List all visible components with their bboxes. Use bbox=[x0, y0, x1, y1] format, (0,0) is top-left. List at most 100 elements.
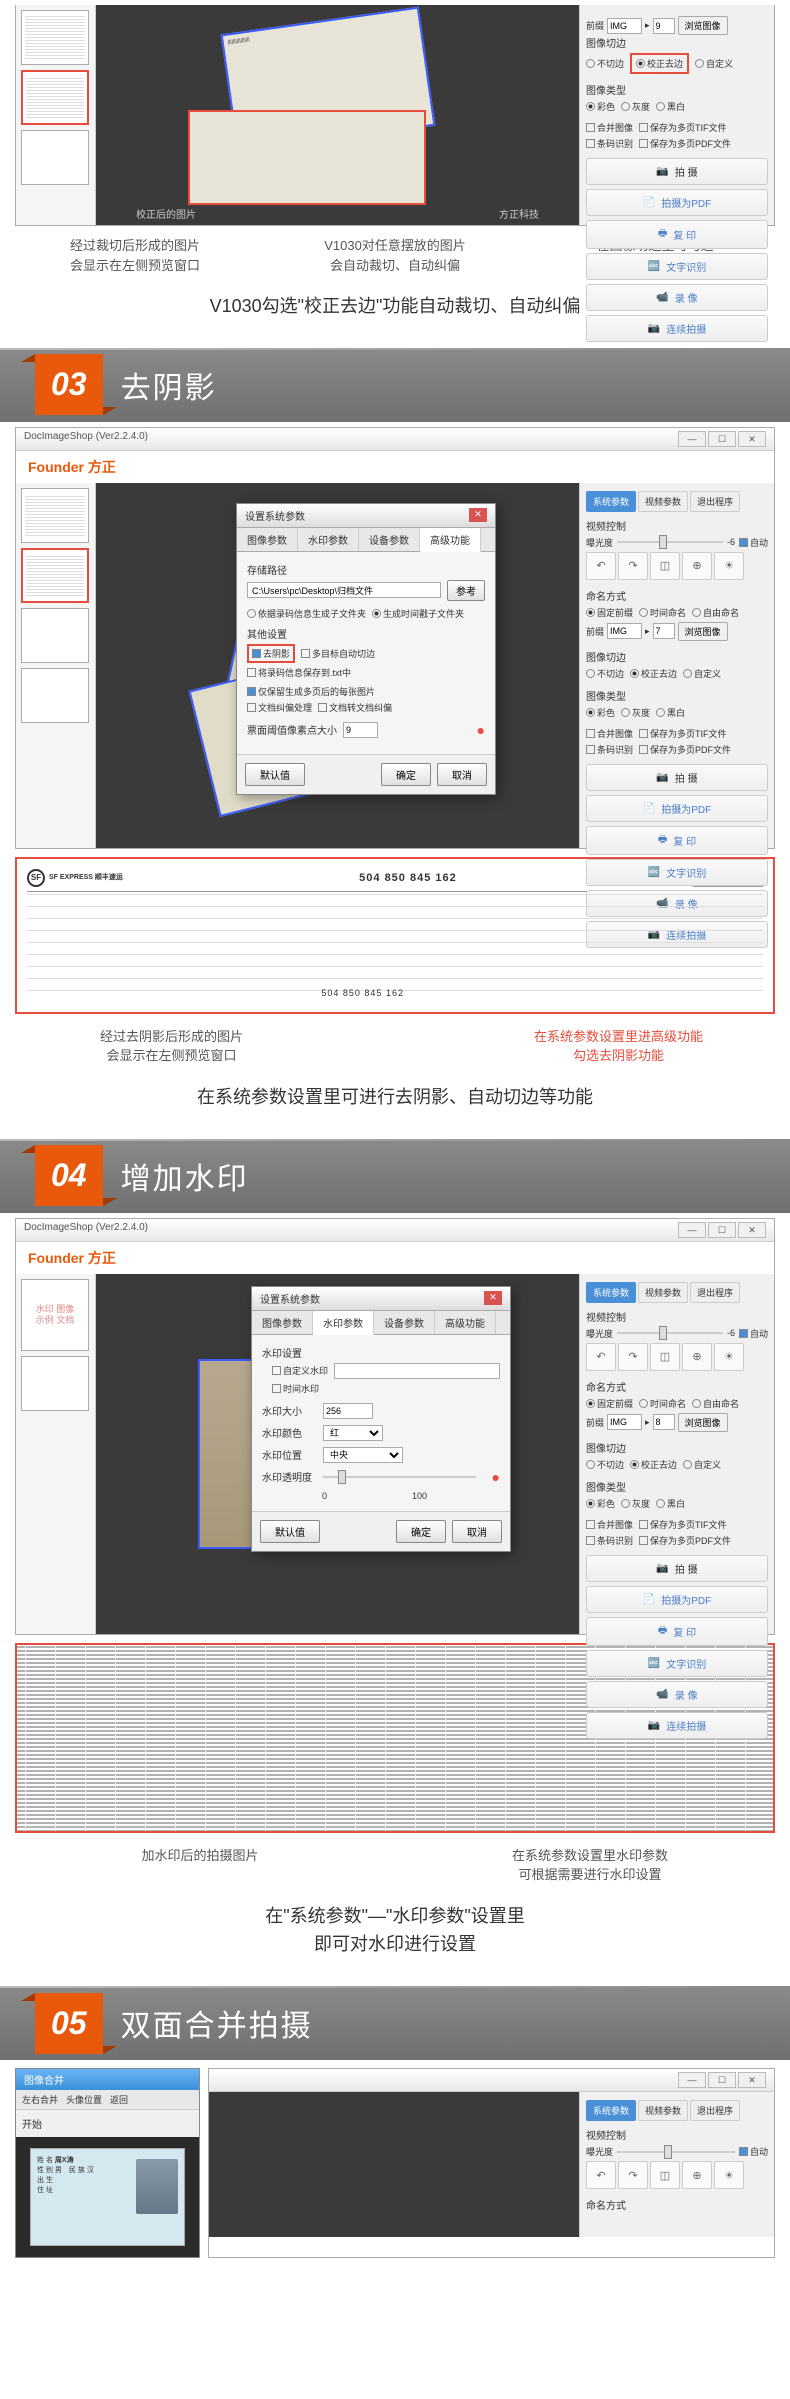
photo-button[interactable]: 📷拍 摄 bbox=[586, 764, 768, 791]
note-left: 加水印后的拍摄图片 bbox=[15, 1846, 385, 1885]
chk-barcode[interactable]: 条码识别 bbox=[586, 137, 633, 150]
chk-shadow[interactable]: 去阴影 bbox=[247, 644, 295, 663]
default-button[interactable]: 默认值 bbox=[260, 1520, 320, 1543]
step-header-4: 04 增加水印 bbox=[0, 1139, 790, 1213]
transparency-slider[interactable] bbox=[323, 1476, 476, 1478]
radio-sub2[interactable]: 生成时间戳子文件夹 bbox=[372, 607, 464, 620]
browse-button[interactable]: 参考 bbox=[447, 580, 485, 601]
ok-button[interactable]: 确定 bbox=[381, 763, 431, 786]
chk-merge[interactable]: 合并图像 bbox=[586, 121, 633, 134]
thumbnail[interactable] bbox=[21, 1356, 89, 1411]
radio-gray[interactable]: 灰度 bbox=[621, 100, 650, 113]
tab-system[interactable]: 系统参数 bbox=[586, 491, 636, 512]
rotate-right-icon[interactable]: ↷ bbox=[618, 552, 648, 580]
imgtype-label: 图像类型 bbox=[586, 82, 768, 97]
chk-pdf[interactable]: 保存为多页PDF文件 bbox=[639, 137, 731, 150]
chk-keep[interactable]: 仅保留生成多页后的每张图片 bbox=[247, 685, 375, 698]
chk-text[interactable]: 文档转文档纠偏 bbox=[318, 701, 392, 714]
camera-icon: 📷 bbox=[656, 772, 668, 783]
wm-pos-select[interactable]: 中央 bbox=[323, 1447, 403, 1463]
maximize-button[interactable]: ☐ bbox=[708, 431, 736, 447]
thumbnail[interactable] bbox=[21, 10, 89, 65]
wm-color-select[interactable]: 红 bbox=[323, 1425, 383, 1441]
radio-bw[interactable]: 黑白 bbox=[656, 100, 685, 113]
zoom-icon[interactable]: ⊕ bbox=[682, 552, 712, 580]
chk-tif[interactable]: 保存为多页TIF文件 bbox=[639, 121, 727, 134]
continuous-button[interactable]: 📷连续拍摄 bbox=[586, 315, 768, 342]
radio-time[interactable]: 时间命名 bbox=[639, 606, 686, 619]
canvas-caption: 校正后的图片 bbox=[136, 206, 196, 221]
record-button[interactable]: 📹录 像 bbox=[586, 284, 768, 311]
ocr-button[interactable]: 🔤文字识别 bbox=[586, 253, 768, 280]
brand-label: Founder 方正 bbox=[16, 451, 774, 483]
thumbnail[interactable] bbox=[21, 130, 89, 185]
tab-exit[interactable]: 退出程序 bbox=[690, 491, 740, 512]
chk-txt[interactable]: 将录码信息保存到.txt中 bbox=[247, 666, 351, 679]
radio-free[interactable]: 自由命名 bbox=[692, 606, 739, 619]
radio-fixed[interactable]: 固定前缀 bbox=[586, 606, 633, 619]
ocr-button[interactable]: 🔤文字识别 bbox=[586, 859, 768, 886]
close-button[interactable]: ✕ bbox=[738, 431, 766, 447]
step-title: 去阴影 bbox=[121, 363, 217, 407]
print-button[interactable]: 🖶复 印 bbox=[586, 826, 768, 855]
wm-size-input[interactable] bbox=[323, 1403, 373, 1419]
exposure-slider[interactable] bbox=[617, 541, 723, 543]
radio-color[interactable]: 彩色 bbox=[586, 100, 615, 113]
thumbnail[interactable] bbox=[21, 668, 89, 723]
pdf-button[interactable]: 📄拍摄为PDF bbox=[586, 189, 768, 216]
radio-correct-cut[interactable]: 校正去边 bbox=[630, 53, 689, 74]
radio-no-cut[interactable]: 不切边 bbox=[586, 53, 624, 74]
storage-path-input[interactable] bbox=[247, 582, 441, 598]
tab-image[interactable]: 图像参数 bbox=[237, 528, 298, 551]
tab-advanced[interactable]: 高级功能 bbox=[420, 528, 481, 552]
start-button[interactable]: 开始 bbox=[22, 2120, 42, 2131]
print-button[interactable]: 🖶复 印 bbox=[586, 220, 768, 249]
cancel-button[interactable]: 取消 bbox=[437, 763, 487, 786]
browse-button[interactable]: 浏览图像 bbox=[678, 16, 728, 35]
prefix-input[interactable] bbox=[607, 18, 642, 34]
app-title: DocImageShop (Ver2.2.4.0) bbox=[24, 431, 148, 447]
dialog-close-button[interactable]: ✕ bbox=[484, 1291, 502, 1305]
chk-auto[interactable]: 自动 bbox=[739, 536, 768, 549]
thumbnail[interactable] bbox=[21, 608, 89, 663]
tab-watermark[interactable]: 水印参数 bbox=[298, 528, 359, 551]
cutting-label: 图像切边 bbox=[586, 35, 768, 50]
thumbnail[interactable] bbox=[21, 488, 89, 543]
radio-sub1[interactable]: 依据录码信息生成子文件夹 bbox=[247, 607, 366, 620]
note-right: 在系统参数设置里进高级功能勾选去阴影功能 bbox=[462, 1027, 775, 1066]
chk-time-wm[interactable]: 时间水印 bbox=[272, 1382, 319, 1395]
thumbnail[interactable]: 水印 图像示例 文档 bbox=[21, 1279, 89, 1351]
brightness-icon[interactable]: ☀ bbox=[714, 552, 744, 580]
photo-button[interactable]: 📷拍 摄 bbox=[586, 158, 768, 185]
toolbar-lr[interactable]: 左右合并 bbox=[22, 2093, 58, 2106]
note-left: 经过裁切后形成的图片会显示在左侧预览窗口 bbox=[15, 236, 255, 275]
seq-input[interactable] bbox=[653, 18, 675, 34]
minimize-button[interactable]: — bbox=[678, 431, 706, 447]
tab-device[interactable]: 设备参数 bbox=[359, 528, 420, 551]
toolbar-back[interactable]: 返回 bbox=[110, 2093, 128, 2106]
note-right: 在系统参数设置里水印参数可根据需要进行水印设置 bbox=[405, 1846, 775, 1885]
pdf-button[interactable]: 📄拍摄为PDF bbox=[586, 795, 768, 822]
threshold-input[interactable] bbox=[343, 722, 378, 738]
default-button[interactable]: 默认值 bbox=[245, 763, 305, 786]
radio-custom-cut[interactable]: 自定义 bbox=[695, 53, 733, 74]
section-caption: 在"系统参数"—"水印参数"设置里即可对水印进行设置 bbox=[0, 1890, 790, 1972]
dialog-close-button[interactable]: ✕ bbox=[469, 508, 487, 522]
chk-mirror[interactable]: 文档纠偏处理 bbox=[247, 701, 312, 714]
tab-video[interactable]: 视频参数 bbox=[638, 491, 688, 512]
burst-icon: 📷 bbox=[648, 323, 660, 334]
thumbnail-selected[interactable] bbox=[21, 548, 89, 603]
rotate-left-icon[interactable]: ↶ bbox=[586, 552, 616, 580]
section-caption: 在系统参数设置里可进行去阴影、自动切边等功能 bbox=[0, 1071, 790, 1124]
note-mid: V1030对任意摆放的图片会自动裁切、自动纠偏 bbox=[275, 236, 515, 275]
thumbnail-selected[interactable] bbox=[21, 70, 89, 125]
cancel-button[interactable]: 取消 bbox=[452, 1520, 502, 1543]
toolbar-pos[interactable]: 头像位置 bbox=[66, 2093, 102, 2106]
crop-icon[interactable]: ◫ bbox=[650, 552, 680, 580]
print-icon: 🖶 bbox=[658, 226, 667, 243]
id-photo bbox=[136, 2159, 178, 2214]
ok-button[interactable]: 确定 bbox=[396, 1520, 446, 1543]
chk-custom-wm[interactable]: 自定义水印 bbox=[272, 1363, 328, 1379]
chk-multi[interactable]: 多目标自动切边 bbox=[301, 644, 375, 663]
text-icon: 🔤 bbox=[648, 261, 660, 272]
